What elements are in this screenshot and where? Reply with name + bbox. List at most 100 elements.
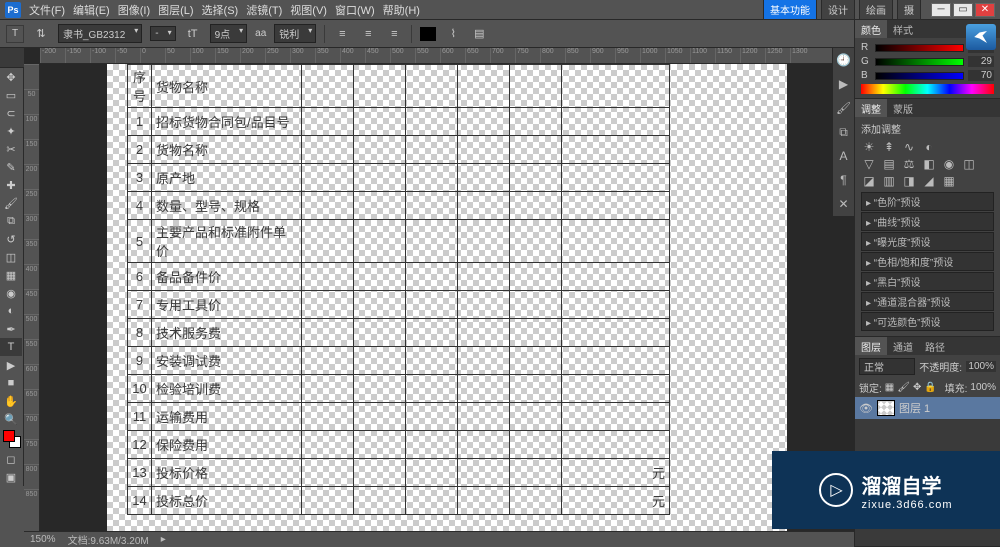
workspace-photo[interactable]: 摄 (897, 0, 921, 20)
shape-tool[interactable]: ■ (0, 374, 22, 392)
lock-trans-icon[interactable]: ▦ (885, 382, 894, 393)
lock-move-icon[interactable]: ✥ (913, 382, 921, 393)
actions-panel-icon[interactable]: ▶ (833, 72, 854, 96)
adjustment-preset[interactable]: ▸ “曲线”预设 (861, 212, 994, 231)
fill-value[interactable]: 100% (970, 382, 996, 393)
stamp-tool[interactable]: ⧉ (0, 212, 22, 230)
adj-mixer-icon[interactable]: ◫ (961, 157, 977, 171)
adjustment-preset[interactable]: ▸ “色相/饱和度”预设 (861, 252, 994, 271)
brush-tool[interactable]: 🖌 (0, 194, 22, 212)
workspace-design[interactable]: 设计 (821, 0, 855, 20)
adj-bw-icon[interactable]: ◧ (921, 157, 937, 171)
tool-preset-icon[interactable]: T (6, 25, 24, 43)
adjustment-preset[interactable]: ▸ “曝光度”预设 (861, 232, 994, 251)
window-close[interactable]: ✕ (975, 3, 995, 17)
doc-info[interactable]: 文档:9.63M/3.20M (68, 532, 149, 547)
window-maximize[interactable]: ▭ (953, 3, 973, 17)
adj-poster-icon[interactable]: ▥ (881, 174, 897, 188)
lock-paint-icon[interactable]: 🖌 (897, 382, 910, 393)
brush-panel-icon[interactable]: 🖌 (833, 96, 854, 120)
align-left-icon[interactable]: ≡ (333, 25, 351, 43)
menu-window[interactable]: 窗口(W) (335, 2, 375, 18)
zoom-level[interactable]: 150% (30, 534, 56, 545)
antialias-dropdown[interactable]: 锐利 (274, 24, 316, 43)
heal-tool[interactable]: ✚ (0, 176, 22, 194)
b-value[interactable]: 70 (968, 70, 994, 81)
path-select-tool[interactable]: ▶ (0, 356, 22, 374)
adj-brightness-icon[interactable]: ☀ (861, 140, 877, 154)
tab-channels[interactable]: 通道 (887, 337, 919, 355)
color-ramp[interactable] (861, 84, 994, 94)
clone-panel-icon[interactable]: ⧉ (833, 120, 854, 144)
tab-swatches[interactable]: 样式 (887, 20, 919, 38)
canvas-viewport[interactable]: 序号货物名称1招标货物合同包/品目号2货物名称3原产地4数量、型号、规格5主要产… (40, 64, 854, 531)
adj-curves-icon[interactable]: ∿ (901, 140, 917, 154)
hand-tool[interactable]: ✋ (0, 392, 22, 410)
window-minimize[interactable]: ─ (931, 3, 951, 17)
char-panel-icon2[interactable]: A (833, 144, 854, 168)
marquee-tool[interactable]: ▭ (0, 86, 22, 104)
screen-mode-icon[interactable]: ▣ (0, 468, 22, 486)
menu-select[interactable]: 选择(S) (202, 2, 239, 18)
blur-tool[interactable]: ◉ (0, 284, 22, 302)
layer-thumbnail[interactable] (877, 400, 895, 416)
adj-vibrance-icon[interactable]: ▽ (861, 157, 877, 171)
menu-help[interactable]: 帮助(H) (383, 2, 420, 18)
tab-adjustments[interactable]: 调整 (855, 99, 887, 117)
tab-color[interactable]: 颜色 (855, 20, 887, 38)
doc-info-chevron-icon[interactable]: ▸ (161, 534, 166, 545)
layer-name[interactable]: 图层 1 (899, 400, 930, 416)
eye-icon[interactable]: 👁 (859, 402, 873, 415)
lasso-tool[interactable]: ⊂ (0, 104, 22, 122)
adjustment-preset[interactable]: ▸ “黑白”预设 (861, 272, 994, 291)
gradient-tool[interactable]: ▦ (0, 266, 22, 284)
eraser-tool[interactable]: ◫ (0, 248, 22, 266)
menu-layer[interactable]: 图层(L) (158, 2, 193, 18)
align-center-icon[interactable]: ≡ (359, 25, 377, 43)
tab-paths[interactable]: 路径 (919, 337, 951, 355)
zoom-tool[interactable]: 🔍 (0, 410, 22, 428)
opacity-value[interactable]: 100% (966, 361, 996, 372)
menu-file[interactable]: 文件(F) (29, 2, 65, 18)
b-slider[interactable] (875, 72, 964, 80)
color-swatches[interactable] (3, 430, 21, 448)
adj-hue-icon[interactable]: ▤ (881, 157, 897, 171)
eyedropper-tool[interactable]: ✎ (0, 158, 22, 176)
workspace-essentials[interactable]: 基本功能 (763, 0, 817, 20)
quick-mask-icon[interactable]: ◻ (0, 450, 22, 468)
r-slider[interactable] (875, 44, 964, 52)
type-tool[interactable]: T (0, 338, 22, 356)
text-color-swatch[interactable] (420, 27, 436, 41)
pen-tool[interactable]: ✒ (0, 320, 22, 338)
adjustment-preset[interactable]: ▸ “可选颜色”预设 (861, 312, 994, 331)
history-brush-tool[interactable]: ↺ (0, 230, 22, 248)
wand-tool[interactable]: ✦ (0, 122, 22, 140)
g-slider[interactable] (875, 58, 964, 66)
workspace-paint[interactable]: 绘画 (859, 0, 893, 20)
adj-balance-icon[interactable]: ⚖ (901, 157, 917, 171)
adj-levels-icon[interactable]: ⇞ (881, 140, 897, 154)
menu-view[interactable]: 视图(V) (290, 2, 327, 18)
lock-all-icon[interactable]: 🔒 (924, 382, 936, 393)
adjustment-preset[interactable]: ▸ “色阶”预设 (861, 192, 994, 211)
text-orientation-icon[interactable]: ⇅ (32, 25, 50, 43)
tab-masks[interactable]: 蒙版 (887, 99, 919, 117)
adjustment-preset[interactable]: ▸ “通道混合器”预设 (861, 292, 994, 311)
para-panel-icon[interactable]: ¶ (833, 168, 854, 192)
font-size-dropdown[interactable]: 9点 (210, 24, 248, 43)
adj-thresh-icon[interactable]: ◨ (901, 174, 917, 188)
layer-row[interactable]: 👁 图层 1 (855, 397, 1000, 419)
adj-invert-icon[interactable]: ◪ (861, 174, 877, 188)
menu-filter[interactable]: 滤镜(T) (246, 2, 282, 18)
move-tool[interactable]: ✥ (0, 68, 22, 86)
adj-grad-icon[interactable]: ◢ (921, 174, 937, 188)
align-right-icon[interactable]: ≡ (385, 25, 403, 43)
font-family-dropdown[interactable]: 隶书_GB2312 (58, 24, 142, 43)
font-style-dropdown[interactable]: - (150, 26, 175, 41)
tab-layers[interactable]: 图层 (855, 337, 887, 355)
adj-photo-icon[interactable]: ◉ (941, 157, 957, 171)
menu-image[interactable]: 图像(I) (118, 2, 150, 18)
adj-selcolor-icon[interactable]: ▦ (941, 174, 957, 188)
dodge-tool[interactable]: ◐ (0, 302, 22, 320)
crop-tool[interactable]: ✂ (0, 140, 22, 158)
